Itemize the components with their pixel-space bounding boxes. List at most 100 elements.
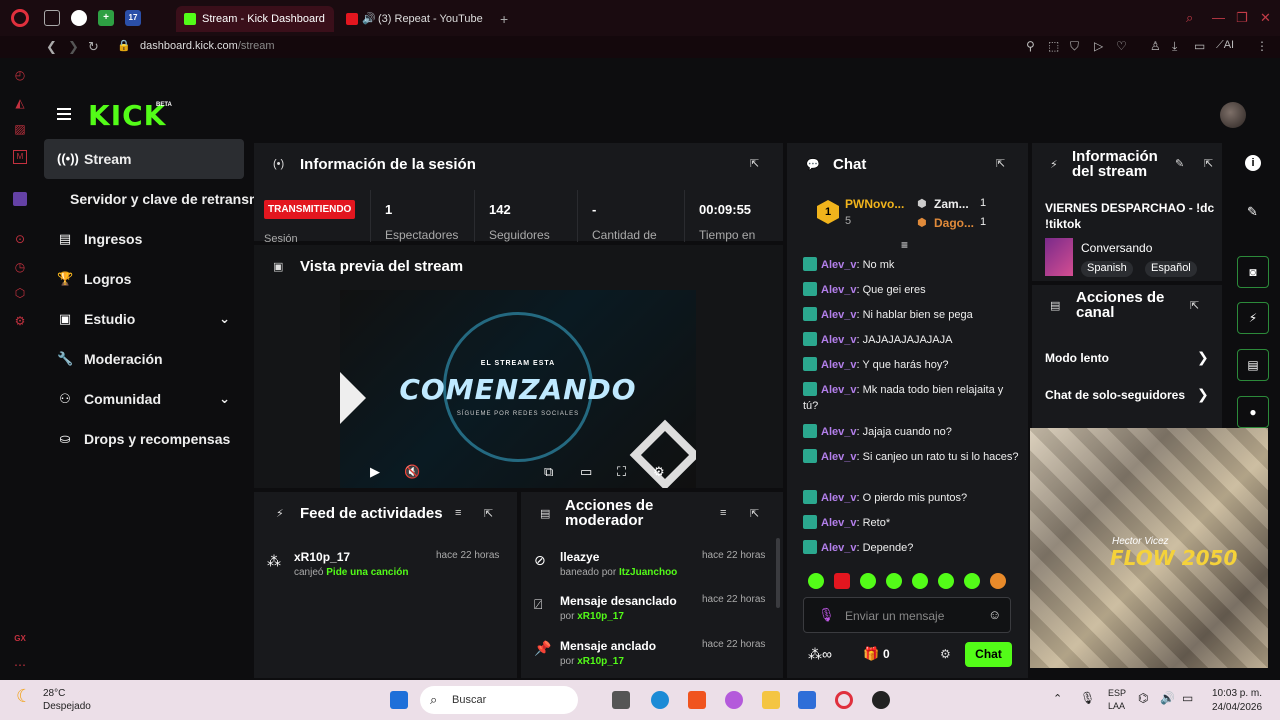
chevron-down-icon[interactable]: ⌄ (219, 311, 230, 327)
player-icon[interactable]: ▷ (1094, 39, 1103, 53)
kick-logo[interactable]: KICK (88, 99, 166, 132)
chevron-down-icon[interactable]: ⌄ (219, 391, 230, 407)
forward-icon[interactable]: ❯ (68, 39, 79, 55)
volume-icon[interactable]: 🔊 (1160, 691, 1175, 705)
pin-icon[interactable]: ⚲ (1026, 39, 1035, 53)
points-icon[interactable]: ⁂∞ (808, 646, 832, 663)
file-explorer-icon[interactable] (762, 691, 780, 709)
gifter-name[interactable]: Zam... (934, 197, 969, 211)
sidebar-item-stream[interactable]: ((•)) Stream (44, 139, 244, 179)
sidebar-item-ingresos[interactable]: ▤ Ingresos (44, 219, 244, 259)
edge-icon[interactable] (651, 691, 669, 709)
close-window-button[interactable]: ✕ (1260, 10, 1271, 26)
tab-youtube[interactable]: 🔊 (3) Repeat - YouTube (338, 6, 496, 32)
url-field[interactable]: dashboard.kick.com/stream (140, 40, 275, 52)
taskbar-search[interactable]: ⌕ Buscar (420, 686, 578, 714)
task-view-icon[interactable] (612, 691, 630, 709)
fullscreen-icon[interactable]: ⛶ (617, 464, 626, 480)
messenger-icon[interactable]: M (13, 150, 27, 164)
popout-icon[interactable]: ⇱ (750, 157, 762, 170)
emote-icon[interactable] (834, 573, 850, 589)
history-icon[interactable]: ◷ (13, 260, 27, 274)
ai-button[interactable]: ⟋AI (1216, 39, 1234, 52)
popout-icon[interactable]: ⇱ (1204, 157, 1216, 170)
action-slow-mode[interactable]: Modo lento (1045, 351, 1109, 365)
clock-time[interactable]: 10:03 p. m. (1212, 688, 1262, 699)
mute-icon[interactable]: 🔇 (404, 464, 420, 480)
opera-gx-icon[interactable] (835, 691, 853, 709)
plus-app-icon[interactable]: + (98, 10, 114, 26)
edit-icon[interactable]: ✎ (1247, 204, 1258, 220)
theater-icon[interactable]: ▭ (580, 464, 592, 480)
settings-icon[interactable]: ⚙ (653, 464, 665, 480)
camera-icon[interactable]: ◙ (1237, 256, 1269, 288)
category-name[interactable]: Conversando (1081, 241, 1152, 255)
gift-icon[interactable]: 🎁 (863, 646, 879, 662)
popout-icon[interactable]: ⇱ (996, 157, 1008, 170)
language-code[interactable]: ESP (1108, 688, 1126, 698)
language-layout[interactable]: LAA (1108, 701, 1125, 711)
brave-icon[interactable] (688, 691, 706, 709)
gx-icon[interactable]: GX (13, 634, 27, 648)
collapse-icon[interactable]: ≡ (901, 238, 908, 252)
minimize-button[interactable]: — (1212, 10, 1225, 25)
copilot-icon[interactable] (725, 691, 743, 709)
filter-icon[interactable]: ≡ (455, 507, 467, 519)
clock-date[interactable]: 24/04/2026 (1212, 702, 1262, 713)
chevron-right-icon[interactable]: ❯ (1197, 386, 1209, 403)
emote-icon[interactable] (860, 573, 876, 589)
settings-icon[interactable]: ⚙ (13, 314, 27, 328)
pip-icon[interactable]: ⧉ (544, 464, 553, 480)
shield-icon[interactable]: ⛉ (1070, 39, 1079, 54)
obs-icon[interactable] (872, 691, 890, 709)
chat-send-button[interactable]: Chat (965, 642, 1012, 667)
chat-bubble-icon[interactable]: ● (1237, 396, 1269, 428)
play-icon[interactable]: ▶ (370, 464, 380, 480)
more-icon[interactable]: ⋯ (13, 658, 27, 672)
edit-icon[interactable]: ✎ (1175, 157, 1187, 170)
emote-icon[interactable] (990, 573, 1006, 589)
search-tabs-icon[interactable]: ⌕ (1186, 10, 1193, 26)
category-thumbnail[interactable] (1045, 238, 1073, 276)
info-icon[interactable]: i (1245, 155, 1261, 171)
account-icon[interactable]: ♙ (1150, 39, 1161, 53)
chat-input[interactable]: 🎙 Enviar un mensaje ☺ (803, 597, 1011, 633)
opera-logo-icon[interactable] (11, 9, 29, 27)
crypto-wallet-icon[interactable]: ▨ (13, 122, 27, 136)
network-icon[interactable]: ⌬ (1138, 691, 1148, 705)
tab-kick-dashboard[interactable]: Stream - Kick Dashboard (176, 6, 334, 32)
sidebar-item-moderacion[interactable]: 🔧 Moderación (44, 339, 244, 379)
emote-icon[interactable] (964, 573, 980, 589)
tag[interactable]: Español (1145, 261, 1197, 277)
gifter-name[interactable]: Dago... (934, 216, 974, 230)
battery-icon[interactable]: ▭ (1182, 691, 1193, 705)
snapshot-icon[interactable]: ⬚ (1048, 39, 1059, 53)
filter-icon[interactable]: ≡ (720, 507, 732, 519)
popout-icon[interactable]: ⇱ (1190, 299, 1202, 312)
twitch-icon[interactable] (13, 192, 27, 206)
heart-icon[interactable]: ♡ (1116, 39, 1127, 53)
extensions-icon[interactable]: ⬡ (13, 286, 27, 300)
emoji-icon[interactable]: ☺ (988, 607, 1001, 622)
action-followers-only[interactable]: Chat de solo-seguidores (1045, 388, 1185, 402)
battery-saver-icon[interactable]: ▭ (1194, 39, 1205, 53)
menu-icon[interactable]: ⋮ (1256, 39, 1268, 53)
reload-icon[interactable]: ↻ (88, 39, 99, 55)
sidebar-item-comunidad[interactable]: ⚇ Comunidad ⌄ (44, 379, 244, 419)
sidebar-item-drops[interactable]: ⛀ Drops y recompensas (44, 419, 244, 459)
back-icon[interactable]: ❮ (46, 39, 57, 55)
weather-icon[interactable]: ☾ (16, 686, 32, 707)
popout-icon[interactable]: ⇱ (484, 507, 496, 520)
hamburger-menu-icon[interactable] (57, 108, 71, 120)
maximize-button[interactable]: ❐ (1236, 10, 1248, 26)
emote-icon[interactable] (912, 573, 928, 589)
sidebar-item-logros[interactable]: 🏆 Logros (44, 259, 244, 299)
pinned-app-icon[interactable]: 17 (125, 10, 141, 26)
chat-settings-icon[interactable]: ⚙ (940, 647, 951, 661)
chevron-up-icon[interactable]: ⌃ (1053, 692, 1062, 705)
document-icon[interactable]: ▤ (1237, 349, 1269, 381)
lightning-icon[interactable]: ⚡ (1237, 302, 1269, 334)
player-sidebar-icon[interactable]: ⊙ (13, 232, 27, 246)
tag[interactable]: Spanish (1081, 261, 1133, 277)
top-gifter-name[interactable]: PWNovo... (845, 197, 904, 211)
